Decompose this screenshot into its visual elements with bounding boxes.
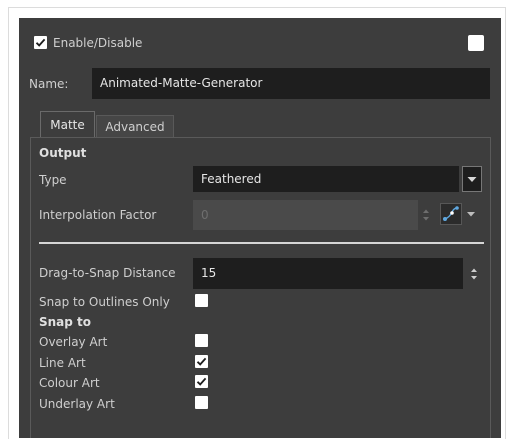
function-curve-button[interactable] — [440, 203, 462, 225]
type-dropdown[interactable]: Feathered — [193, 166, 459, 192]
line-art-checkbox[interactable] — [195, 355, 208, 368]
snap-outlines-label: Snap to Outlines Only — [39, 295, 170, 309]
checkmark-icon — [196, 357, 207, 366]
layer-properties-panel: Enable/Disable Name: Animated-Matte-Gene… — [19, 18, 501, 438]
colour-art-label: Colour Art — [39, 376, 100, 390]
type-dropdown-button[interactable] — [462, 166, 482, 192]
section-divider — [39, 242, 484, 244]
line-art-label: Line Art — [39, 356, 86, 370]
enable-checkbox[interactable] — [34, 36, 47, 49]
underlay-art-checkbox[interactable] — [195, 396, 208, 409]
checkmark-icon — [35, 38, 46, 47]
snap-to-heading: Snap to — [39, 315, 92, 329]
tab-advanced[interactable]: Advanced — [96, 115, 174, 137]
name-field[interactable]: Animated-Matte-Generator — [92, 68, 490, 99]
enable-label: Enable/Disable — [53, 36, 143, 50]
output-heading: Output — [39, 146, 87, 160]
up-down-arrows-icon[interactable] — [422, 208, 430, 222]
overlay-art-checkbox[interactable] — [195, 334, 208, 347]
snap-outlines-checkbox[interactable] — [195, 294, 208, 307]
snap-distance-label: Drag-to-Snap Distance — [39, 266, 176, 280]
tab-matte[interactable]: Matte — [40, 111, 95, 138]
function-curve-icon — [443, 206, 459, 221]
colour-art-checkbox[interactable] — [195, 375, 208, 388]
chevron-down-icon[interactable] — [465, 208, 477, 220]
chevron-down-icon — [467, 177, 477, 182]
overlay-art-label: Overlay Art — [39, 335, 108, 349]
underlay-art-label: Underlay Art — [39, 397, 115, 411]
interpolation-label: Interpolation Factor — [39, 208, 157, 222]
snap-distance-field[interactable]: 15 — [193, 258, 463, 289]
up-down-arrows-icon[interactable] — [470, 267, 478, 281]
color-swatch-checkbox[interactable] — [468, 35, 484, 51]
interpolation-field[interactable]: 0 — [193, 200, 418, 230]
name-label: Name: — [29, 77, 69, 91]
checkmark-icon — [196, 377, 207, 386]
type-label: Type — [39, 173, 67, 187]
